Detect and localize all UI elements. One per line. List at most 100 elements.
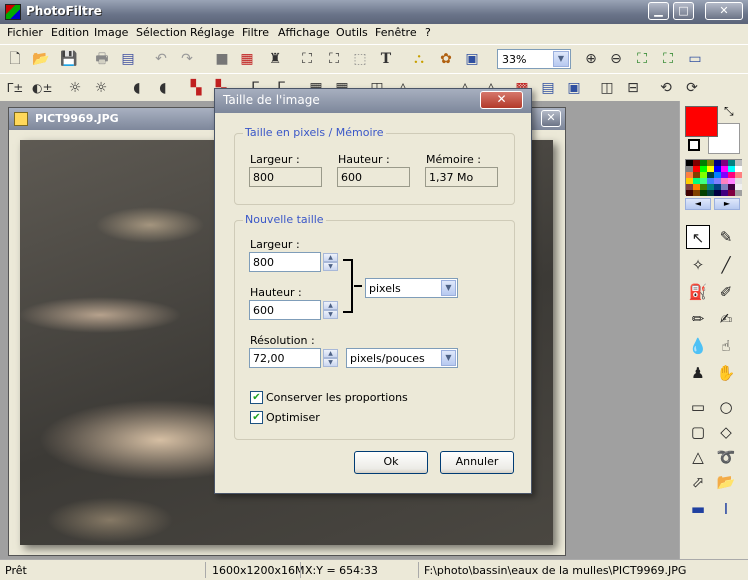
maximize-button[interactable]: □ [673,2,694,20]
plugin-icon[interactable]: ✿ [437,50,455,68]
image-window-close-button[interactable]: ✕ [541,110,561,127]
canvas-size-icon[interactable]: ⛶ [325,50,343,68]
palette-swatch[interactable] [693,190,700,196]
print-icon[interactable]: 🖶 [93,50,111,68]
menu-edition[interactable]: Edition [51,26,89,39]
fit-window-icon[interactable]: ⛶ [633,50,651,68]
fill-tool-icon[interactable]: ⛽ [686,280,710,304]
zoom-out-icon[interactable]: ⊖ [607,50,625,68]
rotate-right-icon[interactable]: ⟳ [683,79,701,97]
lasso-tool-icon[interactable]: ➰ [714,445,738,469]
save-icon[interactable]: 💾 [60,50,78,68]
zoom-in-icon[interactable]: ⊕ [582,50,600,68]
spin-down-icon[interactable]: ▼ [323,310,338,319]
smudge-tool-icon[interactable]: ☝ [714,334,738,358]
new-height-stepper[interactable]: ▲ ▼ [323,301,338,319]
line-tool-icon[interactable]: ╱ [714,253,738,277]
ellipse-tool-icon[interactable]: ○ [714,395,738,419]
swap-colors-icon[interactable]: ⤡ [724,104,734,119]
color-grid-icon[interactable]: ▦ [238,50,256,68]
rectangle-tool-icon[interactable]: ▭ [686,395,710,419]
resolution-stepper[interactable]: ▲ ▼ [323,349,338,367]
keep-proportions-label[interactable]: Conserver les proportions [266,391,408,404]
menu-fenetre[interactable]: Fenêtre [375,26,417,39]
palette-swatch[interactable] [714,190,721,196]
spray-tool-icon[interactable]: ✐ [714,280,738,304]
contrast-minus-icon[interactable]: ◖ [154,79,172,97]
menu-reglage[interactable]: Réglage [190,26,234,39]
new-height-input[interactable]: 600 [249,300,321,320]
grayscale-icon[interactable]: ■ [213,50,231,68]
stamp-tool-icon[interactable]: ♟ [686,361,710,385]
chevron-down-icon[interactable]: ▼ [441,350,456,366]
image-size-icon[interactable]: ⛶ [298,50,316,68]
palette-swatch[interactable] [700,190,707,196]
brush-tool-icon[interactable]: ✏ [686,307,710,331]
flip-horizontal-icon[interactable]: ◫ [598,79,616,97]
rotate-left-icon[interactable]: ⟲ [657,79,675,97]
menu-help[interactable]: ? [425,26,431,39]
spin-down-icon[interactable]: ▼ [323,358,338,367]
select-all-tool-icon[interactable]: ▬ [686,497,710,521]
open-selection-tool-icon[interactable]: 📂 [714,470,738,494]
advanced-brush-tool-icon[interactable]: ✍ [714,307,738,331]
spin-down-icon[interactable]: ▼ [323,262,338,271]
cancel-button[interactable]: Annuler [440,451,514,474]
actual-size-icon[interactable]: ⛶ [659,50,677,68]
browser-icon[interactable]: ▣ [463,50,481,68]
resolution-input[interactable]: 72,00 [249,348,321,368]
close-button[interactable]: ✕ [705,2,743,20]
new-width-input[interactable]: 800 [249,252,321,272]
new-width-stepper[interactable]: ▲ ▼ [323,253,338,271]
palette-swatch[interactable] [728,190,735,196]
saturation-plus-icon[interactable]: ▚ [187,79,205,97]
ok-button[interactable]: Ok [354,451,428,474]
new-file-icon[interactable]: 🗋 [6,50,24,68]
keep-proportions-checkbox[interactable]: ✔ [250,391,263,404]
menu-fichier[interactable]: Fichier [7,26,43,39]
auto-contrast-icon[interactable]: ◐± [32,79,53,97]
reset-colors-icon[interactable] [688,139,700,151]
menu-outils[interactable]: Outils [336,26,368,39]
palette-swatch[interactable] [707,190,714,196]
palette-swatch[interactable] [721,190,728,196]
eyedropper-tool-icon[interactable]: ✎ [714,225,738,249]
chevron-down-icon[interactable]: ▼ [553,51,569,67]
explorer-icon[interactable]: ⛬ [410,50,428,68]
gradient-icon[interactable]: ▤ [539,79,557,97]
palette-next-button[interactable]: ► [714,198,740,210]
spin-up-icon[interactable]: ▲ [323,301,338,310]
menu-selection[interactable]: Sélection [136,26,187,39]
menu-image[interactable]: Image [94,26,128,39]
minimize-button[interactable]: ▁ [648,2,669,20]
brightness-minus-icon[interactable]: ☼ [92,79,110,97]
dialog-titlebar[interactable]: Taille de l'image ✕ [215,89,531,113]
optimize-checkbox[interactable]: ✔ [250,411,263,424]
triangle-tool-icon[interactable]: △ [686,445,710,469]
blur-drop-tool-icon[interactable]: 💧 [686,334,710,358]
brightness-plus-icon[interactable]: ☼ [66,79,84,97]
menu-affichage[interactable]: Affichage [278,26,330,39]
zoom-select[interactable]: 33% ▼ [497,49,571,69]
redo-icon[interactable]: ↷ [178,50,196,68]
rounded-rect-tool-icon[interactable]: ▢ [686,420,710,444]
automation-icon[interactable]: ♜ [266,50,284,68]
spin-up-icon[interactable]: ▲ [323,253,338,262]
diamond-tool-icon[interactable]: ◇ [714,420,738,444]
foreground-color-swatch[interactable] [685,106,718,137]
resolution-unit-select[interactable]: pixels/pouces ▼ [346,348,458,368]
magic-wand-tool-icon[interactable]: ✧ [686,253,710,277]
color-palette[interactable] [685,159,742,196]
size-unit-select[interactable]: pixels ▼ [365,278,458,298]
flip-vertical-icon[interactable]: ⊟ [624,79,642,97]
open-folder-icon[interactable]: 📂 [32,50,50,68]
fullscreen-icon[interactable]: ▭ [686,50,704,68]
menu-filtre[interactable]: Filtre [242,26,269,39]
scanner-icon[interactable]: ▤ [119,50,137,68]
optimize-label[interactable]: Optimiser [266,411,320,424]
polygon-tool-icon[interactable]: ⬀ [686,470,710,494]
selection-tool-icon[interactable]: ↖ [686,225,710,249]
contrast-plus-icon[interactable]: ◖ [128,79,146,97]
crop-icon[interactable]: ⬚ [351,50,369,68]
text-icon[interactable]: T [377,50,395,68]
